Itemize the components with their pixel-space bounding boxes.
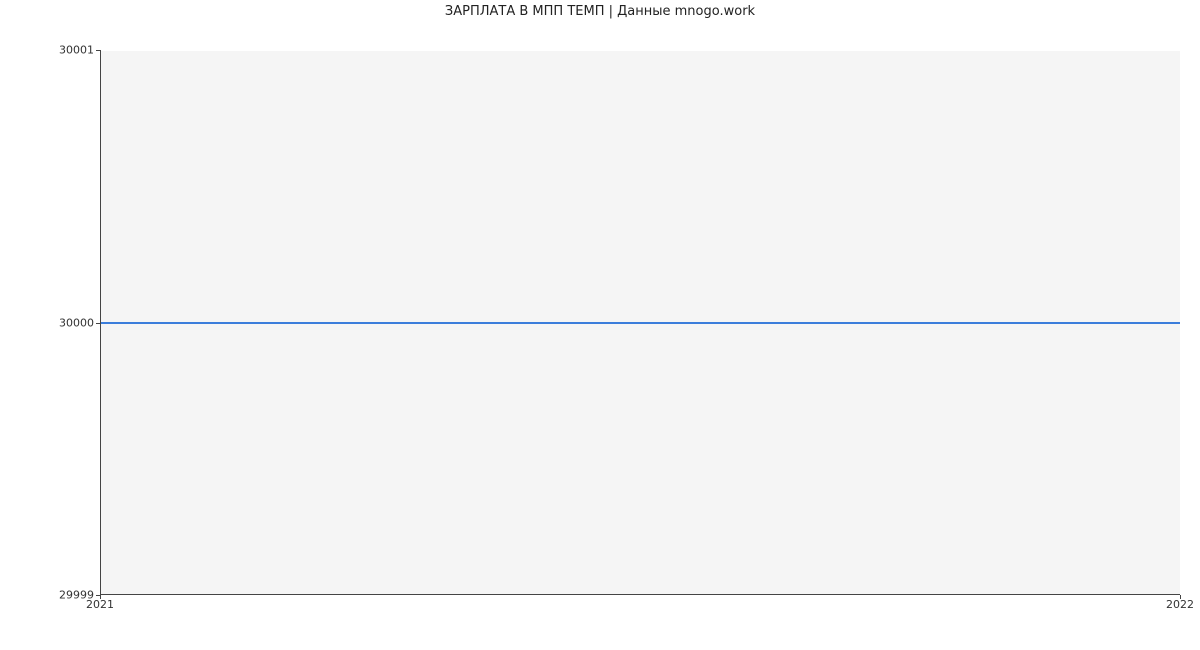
- y-tick-label: 30000: [0, 316, 94, 329]
- x-tick-label: 2022: [1150, 598, 1200, 611]
- x-tick-mark: [100, 595, 101, 599]
- x-tick-label: 2021: [70, 598, 130, 611]
- plot-area: [100, 50, 1180, 595]
- chart-title: ЗАРПЛАТА В МПП ТЕМП | Данные mnogo.work: [0, 4, 1200, 19]
- y-tick-label: 30001: [0, 44, 94, 57]
- x-tick-mark: [1180, 595, 1181, 599]
- grid-line: [101, 50, 1180, 51]
- salary-chart: ЗАРПЛАТА В МПП ТЕМП | Данные mnogo.work …: [0, 0, 1200, 650]
- data-line: [101, 322, 1180, 324]
